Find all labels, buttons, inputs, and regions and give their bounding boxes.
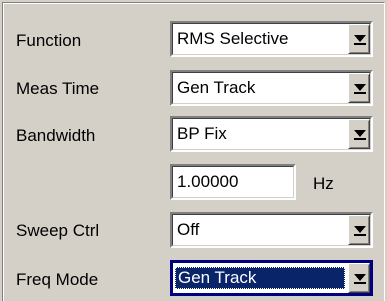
freq-mode-label: Freq Mode [16, 270, 99, 289]
meas-time-combo[interactable]: Gen Track [170, 70, 373, 106]
chevron-down-icon [354, 35, 366, 45]
freq-mode-value: Gen Track [175, 267, 345, 289]
function-combo[interactable]: RMS Selective [170, 21, 373, 57]
analyzer-settings-panel: Function RMS Selective Meas Time Gen Tra… [0, 0, 387, 301]
meas-time-dropdown-button[interactable] [348, 73, 370, 103]
function-dropdown-button[interactable] [348, 24, 370, 54]
freq-mode-combo[interactable]: Gen Track [170, 260, 373, 296]
function-label: Function [16, 31, 82, 50]
sweep-ctrl-dropdown-button[interactable] [348, 215, 370, 245]
chevron-down-icon [354, 226, 366, 236]
meas-time-label: Meas Time [16, 79, 100, 98]
sweep-ctrl-value: Off [177, 220, 200, 239]
frequency-unit-label: Hz [313, 174, 334, 193]
sweep-ctrl-combo[interactable]: Off [170, 212, 373, 248]
bandwidth-frequency-input[interactable]: 1.00000 [170, 164, 296, 200]
bandwidth-combo[interactable]: BP Fix [170, 116, 373, 152]
function-value: RMS Selective [177, 29, 289, 48]
freq-mode-dropdown-button[interactable] [348, 263, 370, 293]
sweep-ctrl-label: Sweep Ctrl [16, 221, 100, 240]
bandwidth-frequency-value: 1.00000 [177, 172, 239, 191]
chevron-down-icon [354, 274, 366, 284]
meas-time-value: Gen Track [177, 78, 256, 97]
chevron-down-icon [354, 84, 366, 94]
bandwidth-dropdown-button[interactable] [348, 119, 370, 149]
bandwidth-value: BP Fix [177, 124, 227, 143]
chevron-down-icon [354, 130, 366, 140]
bandwidth-label: Bandwidth [16, 126, 96, 145]
